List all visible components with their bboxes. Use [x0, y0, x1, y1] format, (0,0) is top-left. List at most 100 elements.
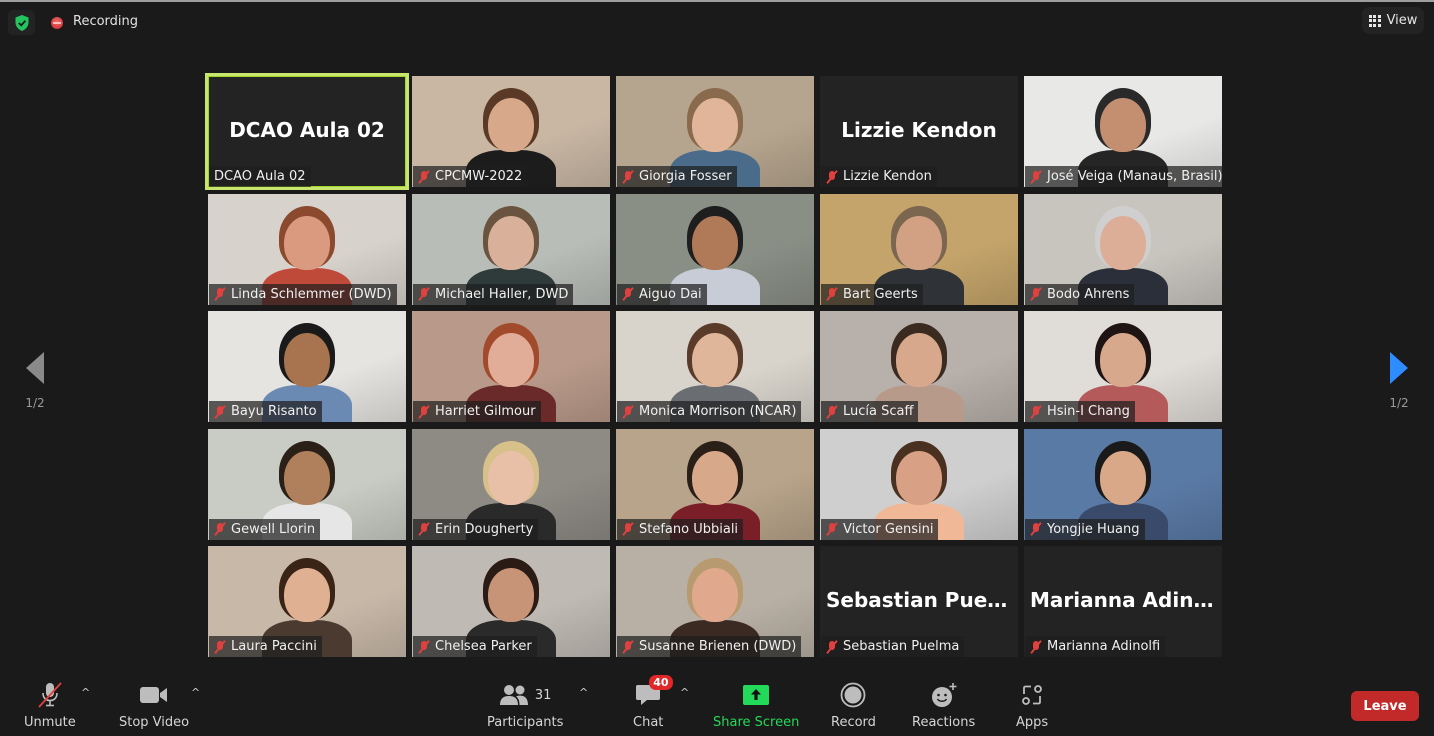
record-icon [841, 682, 866, 708]
participant-display-name: DCAO Aula 02 [229, 118, 385, 142]
participant-name: DCAO Aula 02 [214, 169, 306, 184]
participant-name: Marianna Adinolfi [1047, 639, 1161, 654]
participant-name: Monica Morrison (NCAR) [639, 404, 797, 419]
participants-button[interactable]: 31 Participants [487, 682, 563, 730]
participant-tile[interactable]: Linda Schlemmer (DWD) [208, 193, 406, 305]
participant-name-tag: Lucía Scaff [821, 401, 919, 422]
microphone-muted-icon [826, 405, 838, 419]
microphone-muted-icon [1030, 522, 1042, 536]
participants-options-caret[interactable]: ^ [579, 686, 588, 699]
participant-tile[interactable]: Michael Haller, DWD [412, 193, 610, 305]
participant-name-tag: Michael Haller, DWD [413, 283, 574, 305]
participant-tile[interactable]: Harriet Gilmour [412, 311, 610, 422]
participant-name-tag: José Veiga (Manaus, Brasil) [1025, 166, 1222, 187]
microphone-muted-icon [418, 405, 430, 419]
chat-label: Chat [633, 715, 664, 730]
record-label: Record [831, 715, 876, 730]
microphone-muted-icon [214, 522, 226, 536]
participant-name-tag: Laura Paccini [209, 636, 322, 657]
previous-page-button[interactable]: 1/2 [0, 320, 70, 420]
participant-name-tag: Victor Gensini [821, 518, 939, 540]
participant-tile[interactable]: Gewell Llorin [208, 428, 406, 540]
view-button[interactable]: View [1362, 7, 1424, 34]
unmute-button[interactable]: Unmute [24, 682, 76, 730]
participant-tile[interactable]: Yongjie Huang [1024, 428, 1222, 540]
participant-tile[interactable]: Lucía Scaff [820, 311, 1018, 422]
chat-options-caret[interactable]: ^ [680, 686, 689, 699]
participant-display-name: Sebastian Puelma [826, 588, 1018, 612]
participant-name-tag: Marianna Adinolfi [1025, 636, 1166, 657]
participant-tile[interactable]: Susanne Brienen (DWD) [616, 546, 814, 657]
participant-name: Hsin-I Chang [1047, 404, 1130, 419]
participant-tile[interactable]: Bodo Ahrens [1024, 193, 1222, 305]
participant-name-tag: Gewell Llorin [209, 518, 321, 540]
participant-name-tag: Bayu Risanto [209, 401, 322, 422]
reactions-smiley-icon [931, 683, 957, 707]
microphone-muted-icon [38, 682, 62, 708]
participant-display-name: Marianna Adin... [1030, 588, 1217, 612]
apps-button[interactable]: Apps [1016, 682, 1048, 730]
video-options-caret[interactable]: ^ [191, 686, 200, 699]
microphone-muted-icon [622, 405, 634, 419]
security-shield-button[interactable] [8, 10, 35, 35]
arrow-left-icon [26, 352, 44, 384]
participant-tile[interactable]: José Veiga (Manaus, Brasil) [1024, 76, 1222, 187]
participant-name-tag: Giorgia Fosser [617, 166, 737, 187]
participant-tile[interactable]: Aiguo Dai [616, 193, 814, 305]
participant-name: Sebastian Puelma [843, 639, 960, 654]
microphone-muted-icon [1030, 405, 1042, 419]
participant-name: Giorgia Fosser [639, 169, 732, 184]
participant-name: Bayu Risanto [231, 404, 317, 419]
microphone-muted-icon [214, 405, 226, 419]
participant-name-tag: Erin Dougherty [413, 518, 539, 540]
microphone-muted-icon [418, 287, 430, 301]
record-button[interactable]: Record [831, 682, 876, 730]
participant-name: Lucía Scaff [843, 404, 914, 419]
leave-button[interactable]: Leave [1351, 691, 1419, 721]
participant-tile[interactable]: Sebastian Puelma Sebastian Puelma [820, 546, 1018, 657]
participant-tile[interactable]: Giorgia Fosser [616, 76, 814, 187]
grid-icon [1368, 14, 1381, 27]
participant-tile[interactable]: Monica Morrison (NCAR) [616, 311, 814, 422]
page-indicator-right: 1/2 [1389, 396, 1409, 410]
participant-name-tag: DCAO Aula 02 [209, 166, 311, 187]
participant-name: Michael Haller, DWD [435, 286, 569, 302]
share-screen-icon [743, 685, 770, 705]
participant-tile[interactable]: Chelsea Parker [412, 546, 610, 657]
participant-name-tag: Sebastian Puelma [821, 636, 965, 657]
microphone-muted-icon [1030, 287, 1042, 301]
microphone-muted-icon [826, 522, 838, 536]
participant-tile[interactable]: Hsin-I Chang [1024, 311, 1222, 422]
participant-name-tag: Bart Geerts [821, 283, 923, 305]
window-top-border [0, 0, 1434, 2]
audio-options-caret[interactable]: ^ [81, 686, 90, 699]
participant-name-tag: CPCMW-2022 [413, 166, 528, 187]
participant-name-tag: Yongjie Huang [1025, 518, 1145, 540]
chat-button[interactable]: 40 Chat [633, 675, 673, 730]
participant-tile[interactable]: Marianna Adin... Marianna Adinolfi [1024, 546, 1222, 657]
participant-tile[interactable]: Victor Gensini [820, 428, 1018, 540]
participants-icon [499, 685, 528, 705]
apps-label: Apps [1016, 715, 1049, 730]
stop-video-button[interactable]: Stop Video [119, 682, 189, 730]
participant-name: Bart Geerts [843, 286, 918, 302]
reactions-button[interactable]: Reactions [912, 682, 975, 730]
participant-tile[interactable]: Erin Dougherty [412, 428, 610, 540]
participants-label: Participants [487, 715, 564, 730]
share-screen-label: Share Screen [713, 715, 800, 730]
participant-tile[interactable]: Laura Paccini [208, 546, 406, 657]
participant-tile[interactable]: Bayu Risanto [208, 311, 406, 422]
participant-tile[interactable]: Lizzie Kendon Lizzie Kendon [820, 76, 1018, 187]
microphone-muted-icon [214, 287, 226, 301]
participant-tile[interactable]: Stefano Ubbiali [616, 428, 814, 540]
participant-display-name: Lizzie Kendon [841, 118, 997, 142]
participant-name: Bodo Ahrens [1047, 286, 1130, 302]
participant-tile[interactable]: CPCMW-2022 [412, 76, 610, 187]
participant-name: Yongjie Huang [1047, 521, 1140, 537]
participant-name-tag: Stefano Ubbiali [617, 518, 744, 540]
next-page-button[interactable]: 1/2 [1364, 320, 1434, 420]
participant-tile[interactable]: Bart Geerts [820, 193, 1018, 305]
participant-name-tag: Aiguo Dai [617, 283, 707, 305]
share-screen-button[interactable]: Share Screen [713, 682, 799, 730]
participant-tile[interactable]: DCAO Aula 02 DCAO Aula 02 [205, 73, 409, 190]
